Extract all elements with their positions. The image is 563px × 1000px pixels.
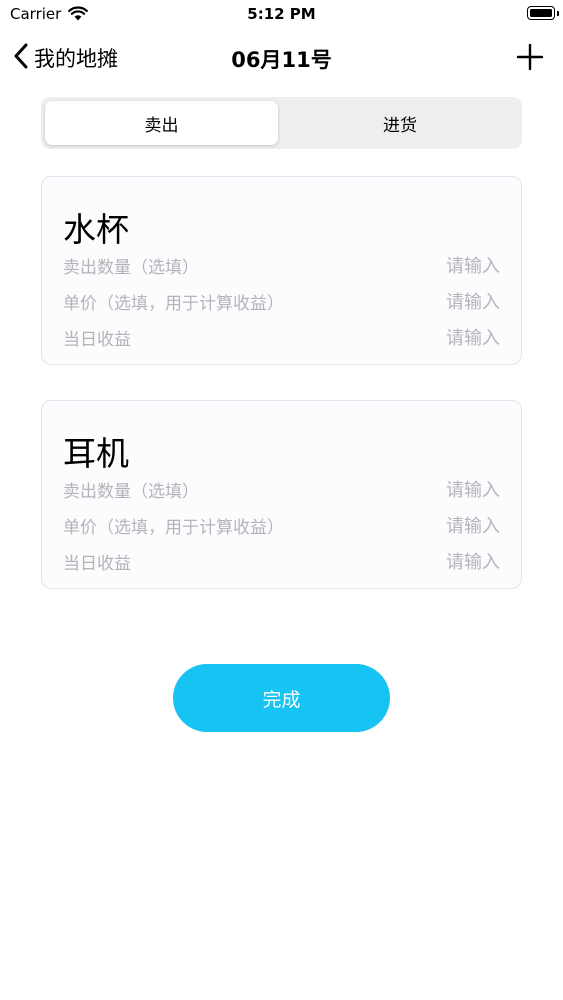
unit-price-input[interactable] xyxy=(380,513,500,539)
unit-price-label: 单价（选填，用于计算收益） xyxy=(63,518,284,538)
done-button[interactable]: 完成 xyxy=(173,664,390,732)
item-name: 耳机 xyxy=(63,434,129,473)
segmented-control: 卖出 进货 xyxy=(41,97,522,149)
quantity-input[interactable] xyxy=(380,477,500,503)
quantity-input[interactable] xyxy=(380,253,500,279)
daily-profit-input[interactable] xyxy=(380,549,500,575)
daily-profit-input[interactable] xyxy=(380,325,500,351)
daily-profit-row: 当日收益 xyxy=(63,549,500,577)
daily-profit-row: 当日收益 xyxy=(63,325,500,353)
item-card: 耳机 卖出数量（选填） 单价（选填，用于计算收益） 当日收益 xyxy=(41,400,522,589)
status-bar: Carrier 5:12 PM xyxy=(0,0,563,30)
plus-icon xyxy=(515,43,545,76)
quantity-row: 卖出数量（选填） xyxy=(63,253,500,281)
item-card: 水杯 卖出数量（选填） 单价（选填，用于计算收益） 当日收益 xyxy=(41,176,522,365)
add-button[interactable] xyxy=(515,42,545,72)
unit-price-row: 单价（选填，用于计算收益） xyxy=(63,513,500,541)
daily-profit-label: 当日收益 xyxy=(63,554,131,574)
status-time: 5:12 PM xyxy=(247,5,316,23)
segment-sell[interactable]: 卖出 xyxy=(45,101,278,145)
daily-profit-label: 当日收益 xyxy=(63,330,131,350)
unit-price-row: 单价（选填，用于计算收益） xyxy=(63,289,500,317)
quantity-label: 卖出数量（选填） xyxy=(63,258,199,278)
unit-price-input[interactable] xyxy=(380,289,500,315)
quantity-label: 卖出数量（选填） xyxy=(63,482,199,502)
battery-icon xyxy=(527,6,559,20)
item-name: 水杯 xyxy=(63,210,129,249)
page-title: 06月11号 xyxy=(231,48,332,72)
unit-price-label: 单价（选填，用于计算收益） xyxy=(63,294,284,314)
segment-restock[interactable]: 进货 xyxy=(282,101,518,145)
quantity-row: 卖出数量（选填） xyxy=(63,477,500,505)
navigation-bar: 我的地摊 06月11号 xyxy=(0,36,563,80)
